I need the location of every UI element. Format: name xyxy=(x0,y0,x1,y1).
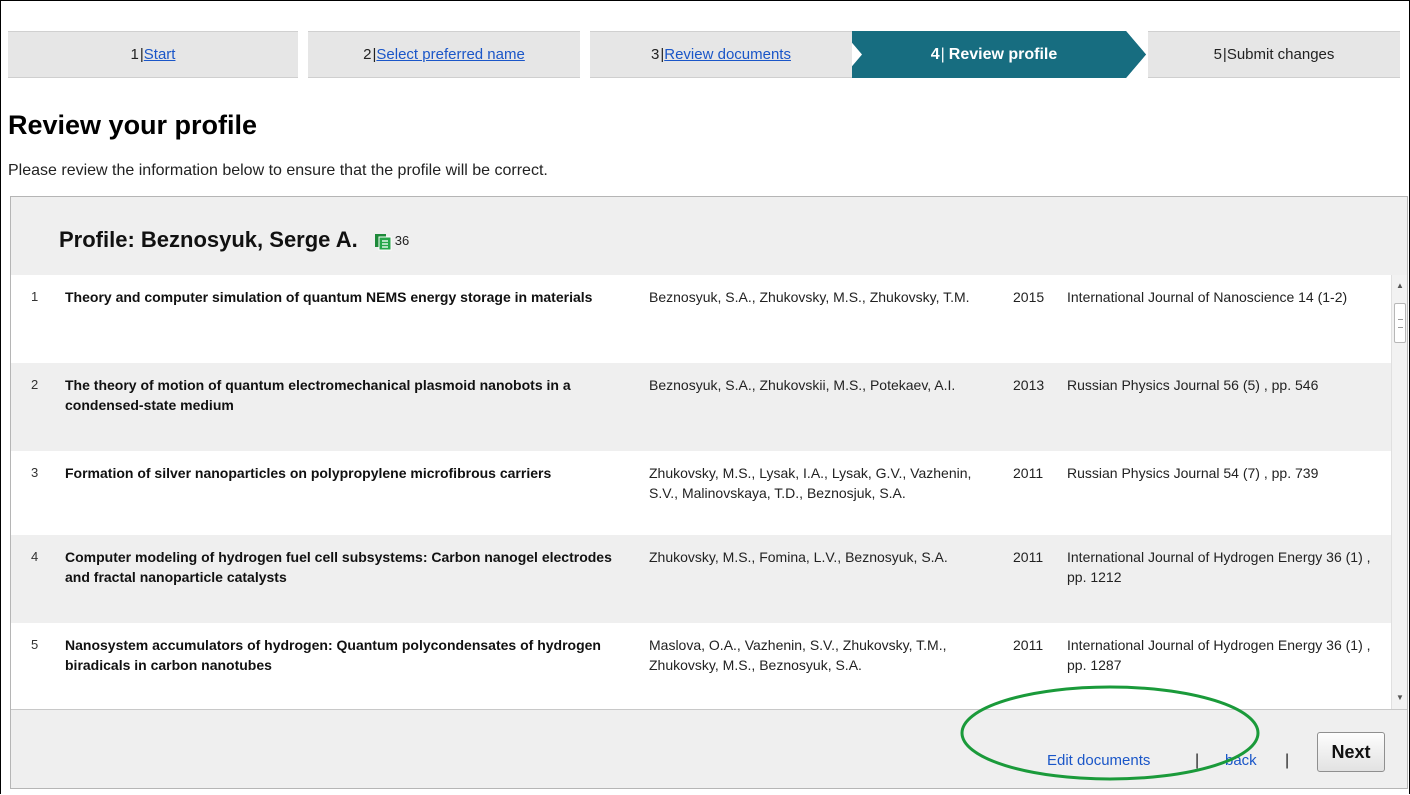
scroll-up-icon[interactable]: ▲ xyxy=(1396,281,1404,290)
step-2-link[interactable]: Select preferred name xyxy=(376,46,524,63)
step-3-number: 3 xyxy=(651,46,660,63)
step-4-current: 4 | Review profile xyxy=(862,31,1126,78)
document-title: Nanosystem accumulators of hydrogen: Qua… xyxy=(65,637,601,673)
document-authors: Beznosyuk, S.A., Zhukovsky, M.S., Zhukov… xyxy=(649,289,970,305)
progress-steps: 1 | Start 2 | Select preferred name 3 | Rev… xyxy=(8,31,1400,78)
document-source: Russian Physics Journal 56 (5) , pp. 546 xyxy=(1067,377,1319,393)
documents-list: 1 Theory and computer simulation of quan… xyxy=(11,275,1407,709)
document-title: The theory of motion of quantum electrom… xyxy=(65,377,571,413)
document-row: 1 Theory and computer simulation of quan… xyxy=(11,275,1391,363)
profile-header: Profile: Beznosyuk, Serge A. 36 xyxy=(59,227,409,253)
document-authors: Beznosyuk, S.A., Zhukovskii, M.S., Potek… xyxy=(649,377,956,393)
step-4-label: Review profile xyxy=(948,45,1058,63)
document-index: 2 xyxy=(31,377,39,392)
edit-documents-link[interactable]: Edit documents xyxy=(1047,752,1150,769)
document-year: 2011 xyxy=(1013,465,1044,481)
step-4-number: 4 xyxy=(930,45,940,63)
document-source: International Journal of Hydrogen Energy… xyxy=(1067,637,1371,673)
step-4-separator: | xyxy=(940,45,945,63)
document-index: 4 xyxy=(31,549,39,564)
document-index: 5 xyxy=(31,637,39,652)
document-source: International Journal of Nanoscience 14 … xyxy=(1067,289,1348,305)
footer-separator: | xyxy=(1195,752,1200,769)
step-3: 3 | Review documents xyxy=(590,31,852,78)
document-year: 2011 xyxy=(1013,637,1044,653)
document-authors: Zhukovsky, M.S., Fomina, L.V., Beznosyuk… xyxy=(649,549,948,565)
document-title: Theory and computer simulation of quantu… xyxy=(65,289,593,305)
scroll-down-icon[interactable]: ▼ xyxy=(1396,693,1404,702)
documents-scrollbar[interactable]: ▲ ▼ xyxy=(1391,275,1407,709)
step-5-number: 5 xyxy=(1213,46,1222,63)
document-source: Russian Physics Journal 54 (7) , pp. 739 xyxy=(1067,465,1319,481)
document-index: 1 xyxy=(31,289,39,304)
document-row: 5 Nanosystem accumulators of hydrogen: Q… xyxy=(11,623,1391,709)
step-2: 2 | Select preferred name xyxy=(308,31,580,78)
profile-heading: Profile: Beznosyuk, Serge A. xyxy=(59,227,358,252)
documents-icon[interactable] xyxy=(374,231,392,251)
document-title: Formation of silver nanoparticles on pol… xyxy=(65,465,552,481)
document-count: 36 xyxy=(394,232,410,248)
document-year: 2011 xyxy=(1013,549,1044,565)
document-index: 3 xyxy=(31,465,39,480)
active-step-arrow xyxy=(1126,31,1146,78)
panel-footer: Edit documents | back | Next xyxy=(11,709,1407,790)
document-row: 4 Computer modeling of hydrogen fuel cel… xyxy=(11,535,1391,623)
scrollbar-thumb[interactable] xyxy=(1394,303,1406,343)
document-row: 3 Formation of silver nanoparticles on p… xyxy=(11,451,1391,535)
footer-separator: | xyxy=(1285,752,1290,769)
page-title: Review your profile xyxy=(8,110,258,140)
profile-panel: Profile: Beznosyuk, Serge A. 36 1 Theory… xyxy=(10,196,1408,789)
document-authors: Zhukovsky, M.S., Lysak, I.A., Lysak, G.V… xyxy=(649,465,972,501)
step-2-number: 2 xyxy=(363,46,372,63)
document-source: International Journal of Hydrogen Energy… xyxy=(1067,549,1371,585)
step-1: 1 | Start xyxy=(8,31,298,78)
step-1-number: 1 xyxy=(130,46,139,63)
step-5: 5 | Submit changes xyxy=(1148,31,1400,78)
document-year: 2013 xyxy=(1013,377,1045,393)
document-year: 2015 xyxy=(1013,289,1045,305)
document-row: 2 The theory of motion of quantum electr… xyxy=(11,363,1391,451)
step-3-link[interactable]: Review documents xyxy=(664,46,791,63)
back-link[interactable]: back xyxy=(1225,752,1257,769)
document-authors: Maslova, O.A., Vazhenin, S.V., Zhukovsky… xyxy=(649,637,947,673)
page-intro: Please review the information below to e… xyxy=(8,162,548,179)
step-1-link[interactable]: Start xyxy=(144,46,176,63)
document-title: Computer modeling of hydrogen fuel cell … xyxy=(65,549,612,585)
step-5-label: Submit changes xyxy=(1226,46,1335,63)
next-button[interactable]: Next xyxy=(1317,732,1385,772)
